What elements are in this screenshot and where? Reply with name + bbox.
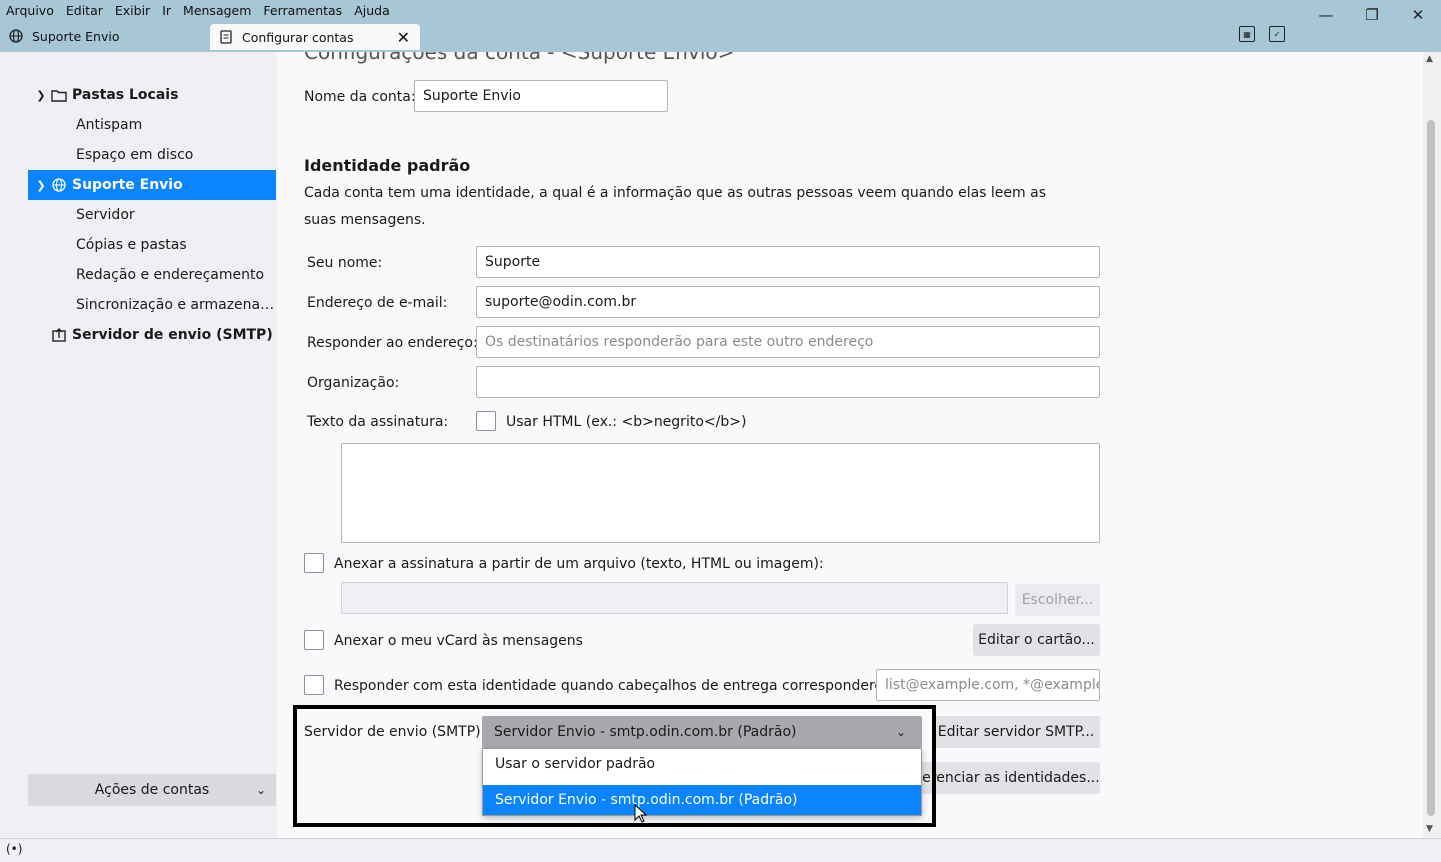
smtp-option-servidor-envio[interactable]: Servidor Envio - smtp.odin.com.br (Padrã… (483, 785, 921, 815)
your-name-label: Seu nome: (307, 255, 383, 271)
window-controls: — ❐ ✕ (1303, 0, 1441, 30)
scroll-down-icon[interactable]: ▼ (1426, 824, 1433, 834)
menu-ajuda[interactable]: Ajuda (354, 3, 390, 18)
mouse-cursor-icon (634, 804, 648, 823)
tree-item-suporte-envio[interactable]: ❯ Suporte Envio (28, 170, 276, 200)
menu-ferramentas[interactable]: Ferramentas (263, 3, 342, 18)
account-actions-button[interactable]: Ações de contas ⌄ (28, 774, 276, 806)
title-bar: Arquivo Editar Exibir Ir Mensagem Ferram… (0, 0, 1441, 52)
menu-ir[interactable]: Ir (162, 3, 171, 18)
account-name-input[interactable]: Suporte Envio (414, 80, 668, 112)
reply-identity-label: Responder com esta identidade quando cab… (334, 678, 902, 694)
tab-strip: Suporte Envio Configurar contas ✕ (0, 22, 420, 52)
edit-smtp-button[interactable]: Editar servidor SMTP... (932, 716, 1100, 748)
spaces-toolbar: ▦ ✓ (1239, 26, 1285, 42)
restore-button[interactable]: ❐ (1349, 0, 1395, 30)
main-scrollbar[interactable]: ▲ ▼ (1423, 52, 1441, 838)
document-icon (218, 29, 234, 45)
tree-item-label: Redação e endereçamento (76, 267, 265, 283)
account-name-label: Nome da conta: (304, 89, 416, 105)
chevron-down-icon[interactable]: ❯ (34, 179, 48, 192)
calendar-icon[interactable]: ▦ (1239, 26, 1255, 42)
attach-vcard-label: Anexar o meu vCard às mensagens (334, 633, 583, 649)
smtp-selected-value: Servidor Envio - smtp.odin.com.br (Padrã… (494, 724, 797, 740)
close-window-button[interactable]: ✕ (1395, 0, 1441, 30)
status-bar: (•) (0, 838, 1441, 862)
tree-item-label: Servidor de envio (SMTP) (72, 327, 273, 343)
tab-label: Suporte Envio (32, 28, 120, 44)
tree-item-label: Sincronização e armazenam... (76, 297, 276, 313)
tree-item-composition[interactable]: Redação e endereçamento (28, 260, 276, 290)
smtp-server-select[interactable]: Servidor Envio - smtp.odin.com.br (Padrã… (482, 716, 922, 748)
use-html-checkbox[interactable] (476, 411, 496, 431)
globe-icon (8, 28, 24, 44)
tree-item-sync-storage[interactable]: Sincronização e armazenam... (28, 290, 276, 320)
choose-file-button[interactable]: Escolher... (1015, 584, 1100, 616)
identity-heading: Identidade padrão (304, 156, 471, 175)
tree-item-label: Cópias e pastas (76, 237, 187, 253)
attach-signature-checkbox[interactable] (304, 553, 324, 573)
tree-item-smtp-server[interactable]: Servidor de envio (SMTP) (28, 320, 276, 350)
smtp-dropdown-list: Usar o servidor padrão Servidor Envio - … (482, 748, 922, 816)
signature-textarea[interactable] (341, 443, 1100, 543)
menu-mensagem[interactable]: Mensagem (183, 3, 251, 18)
tree-item-label: Espaço em disco (76, 147, 194, 163)
tree-item-label: Servidor (76, 207, 135, 223)
account-tree-sidebar: ❯ Pastas Locais Antispam Espaço em disco… (0, 52, 277, 838)
page-title: Configurações da conta - <Suporte Envio> (304, 52, 735, 64)
scroll-up-icon[interactable]: ▲ (1426, 54, 1433, 64)
smtp-option-default[interactable]: Usar o servidor padrão (483, 749, 921, 779)
signature-file-input[interactable] (341, 582, 1008, 614)
minimize-button[interactable]: — (1303, 0, 1349, 30)
use-html-label: Usar HTML (ex.: <b>negrito</b>) (506, 414, 747, 430)
tree-item-antispam[interactable]: Antispam (28, 110, 276, 140)
email-input[interactable]: suporte@odin.com.br (476, 286, 1100, 318)
tab-suporte-envio[interactable]: Suporte Envio (0, 22, 210, 50)
reply-identity-checkbox[interactable] (304, 675, 324, 695)
tree-item-local-folders[interactable]: ❯ Pastas Locais (28, 80, 276, 110)
menu-bar: Arquivo Editar Exibir Ir Mensagem Ferram… (0, 0, 402, 20)
tree-item-label: Pastas Locais (72, 87, 179, 103)
outbox-icon (50, 328, 68, 342)
reply-identity-input[interactable]: list@example.com, *@example (876, 669, 1100, 701)
account-actions-label: Ações de contas (94, 782, 210, 798)
chevron-down-icon: ⌄ (895, 725, 906, 739)
account-tree: ❯ Pastas Locais Antispam Espaço em disco… (28, 80, 276, 350)
attach-vcard-checkbox[interactable] (304, 630, 324, 650)
close-tab-icon[interactable]: ✕ (397, 28, 410, 47)
reply-to-label: Responder ao endereço: (307, 335, 478, 351)
tree-item-server[interactable]: Servidor (28, 200, 276, 230)
edit-card-button[interactable]: Editar o cartão... (973, 624, 1100, 656)
online-status-icon[interactable]: (•) (6, 842, 22, 856)
organization-input[interactable] (476, 366, 1100, 398)
tab-configurar-contas[interactable]: Configurar contas ✕ (210, 24, 420, 50)
menu-editar[interactable]: Editar (66, 3, 103, 18)
chevron-down-icon: ⌄ (255, 783, 266, 797)
email-label: Endereço de e-mail: (307, 295, 448, 311)
menu-exibir[interactable]: Exibir (115, 3, 150, 18)
tree-item-label: Suporte Envio (72, 177, 183, 193)
tree-item-copies-folders[interactable]: Cópias e pastas (28, 230, 276, 260)
organization-label: Organização: (307, 375, 400, 391)
folder-icon (50, 88, 68, 102)
tab-label: Configurar contas (242, 29, 354, 45)
identity-description: Cada conta tem uma identidade, a qual é … (304, 185, 1046, 228)
menu-arquivo[interactable]: Arquivo (6, 3, 54, 18)
attach-signature-label: Anexar a assinatura a partir de um arqui… (334, 556, 824, 572)
tree-item-disk-space[interactable]: Espaço em disco (28, 140, 276, 170)
globe-icon (50, 178, 68, 192)
reply-to-input[interactable]: Os destinatários responderão para este o… (476, 326, 1100, 358)
tasks-icon[interactable]: ✓ (1269, 26, 1285, 42)
chevron-down-icon[interactable]: ❯ (34, 89, 48, 102)
your-name-input[interactable]: Suporte (476, 246, 1100, 278)
scrollbar-thumb[interactable] (1427, 120, 1435, 816)
tree-item-label: Antispam (76, 117, 143, 133)
manage-identities-button[interactable]: Gerenciar as identidades... (911, 762, 1100, 794)
signature-label: Texto da assinatura: (307, 414, 449, 430)
